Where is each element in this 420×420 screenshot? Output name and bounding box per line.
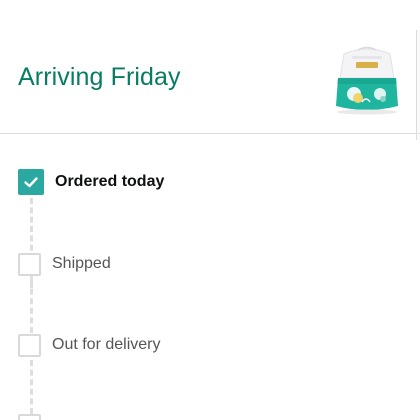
progress-step-ordered: Ordered today bbox=[18, 169, 164, 195]
progress-step-shipped: Shipped bbox=[18, 251, 111, 277]
step-label: Out for delivery bbox=[52, 336, 161, 353]
step-checkbox-empty bbox=[18, 252, 41, 276]
checkmark-icon bbox=[24, 177, 38, 188]
step-checkbox-empty bbox=[18, 413, 41, 420]
order-tracking-screen: Arriving Friday Ordered today Shipped Ou… bbox=[0, 0, 420, 420]
progress-step-delivered bbox=[18, 412, 52, 420]
progress-connector bbox=[30, 279, 33, 333]
arrival-title: Arriving Friday bbox=[18, 63, 181, 91]
delivery-header: Arriving Friday bbox=[0, 0, 420, 140]
step-checkbox-empty bbox=[18, 333, 41, 357]
adjacent-card-edge bbox=[416, 30, 420, 140]
progress-step-out-for-delivery: Out for delivery bbox=[18, 332, 160, 358]
step-label: Shipped bbox=[52, 255, 111, 272]
step-checkbox-checked bbox=[18, 169, 44, 195]
product-thumbnail[interactable] bbox=[328, 44, 406, 116]
progress-connector bbox=[30, 360, 33, 414]
diaper-pack-icon bbox=[336, 46, 398, 115]
shipment-progress-tracker: Ordered today Shipped Out for delivery bbox=[0, 134, 420, 420]
step-label: Ordered today bbox=[55, 173, 165, 190]
